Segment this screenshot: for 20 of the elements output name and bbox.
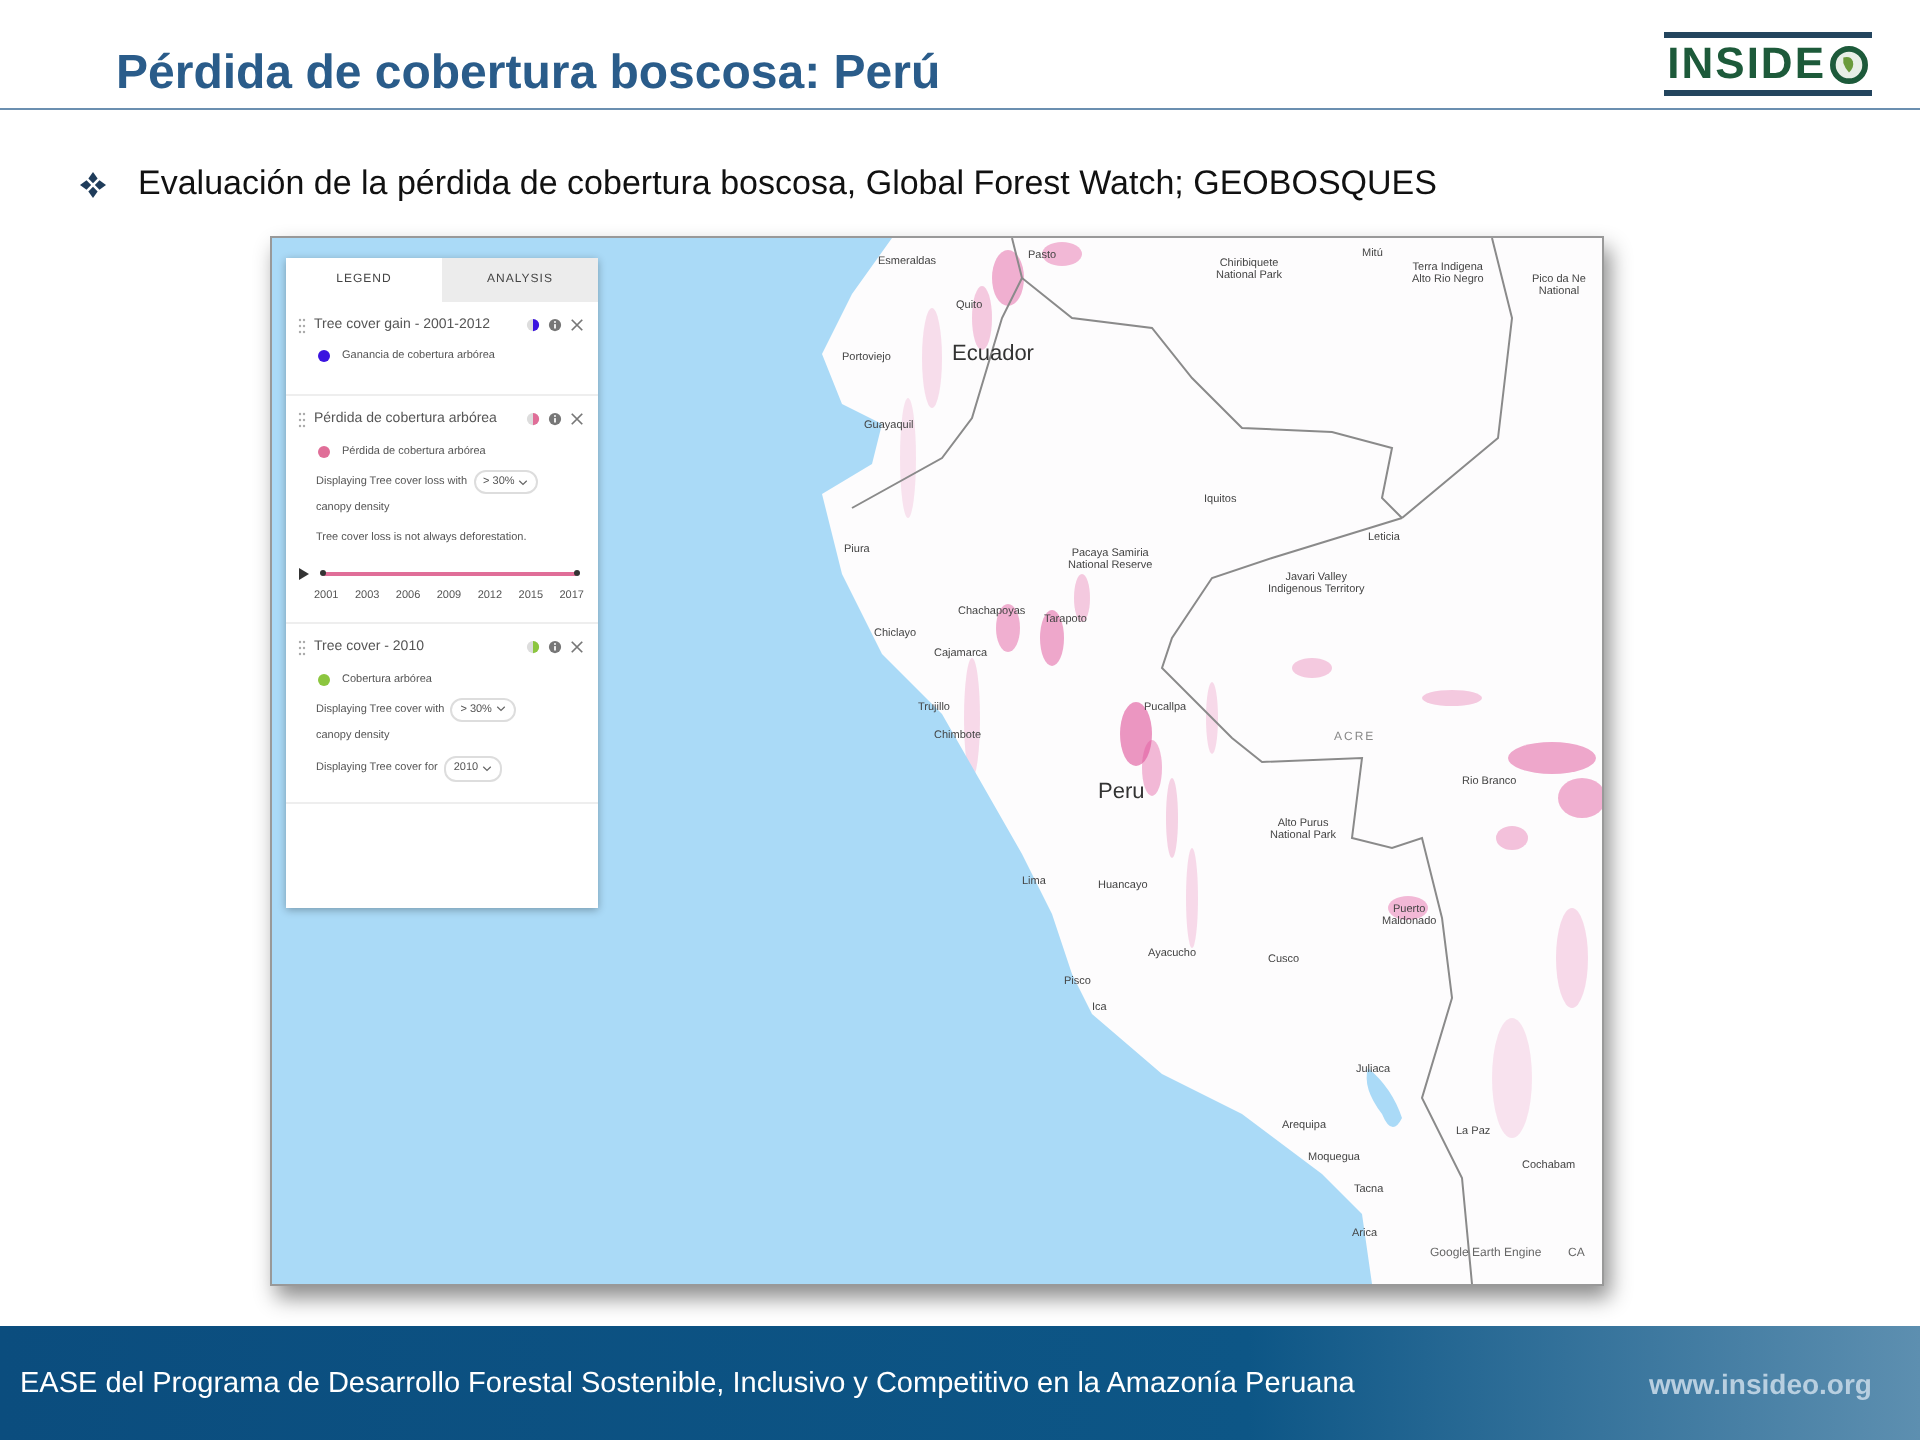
country-label: Peru xyxy=(1098,780,1145,806)
close-icon[interactable] xyxy=(570,640,584,655)
opacity-icon[interactable] xyxy=(526,318,540,332)
timeline-range[interactable] xyxy=(324,572,576,577)
drag-handle-icon[interactable] xyxy=(298,318,306,334)
footer-text: EASE del Programa de Desarrollo Forestal Sostenible, Inclusivo y Competitivo en la Amazonía Peruana xyxy=(20,1367,1355,1399)
caret-icon xyxy=(495,706,506,713)
info-icon[interactable] xyxy=(548,318,562,332)
diamond-bullet-icon xyxy=(80,171,106,197)
slide-title: Pérdida de cobertura boscosa: Perú xyxy=(116,44,941,104)
close-icon[interactable] xyxy=(570,318,584,332)
play-icon[interactable] xyxy=(298,568,310,581)
caret-icon xyxy=(482,765,493,772)
caret-icon xyxy=(518,479,529,485)
close-icon[interactable] xyxy=(570,412,584,427)
footer-url: www.insideo.org xyxy=(1649,1367,1872,1399)
info-icon[interactable] xyxy=(548,412,562,427)
logo: INSIDE xyxy=(1663,32,1872,96)
bullet-text: Evaluación de la pérdida de cobertura boscosa, Global Forest Watch; GEOBOSQUES xyxy=(138,164,1437,204)
info-icon[interactable] xyxy=(548,640,562,655)
